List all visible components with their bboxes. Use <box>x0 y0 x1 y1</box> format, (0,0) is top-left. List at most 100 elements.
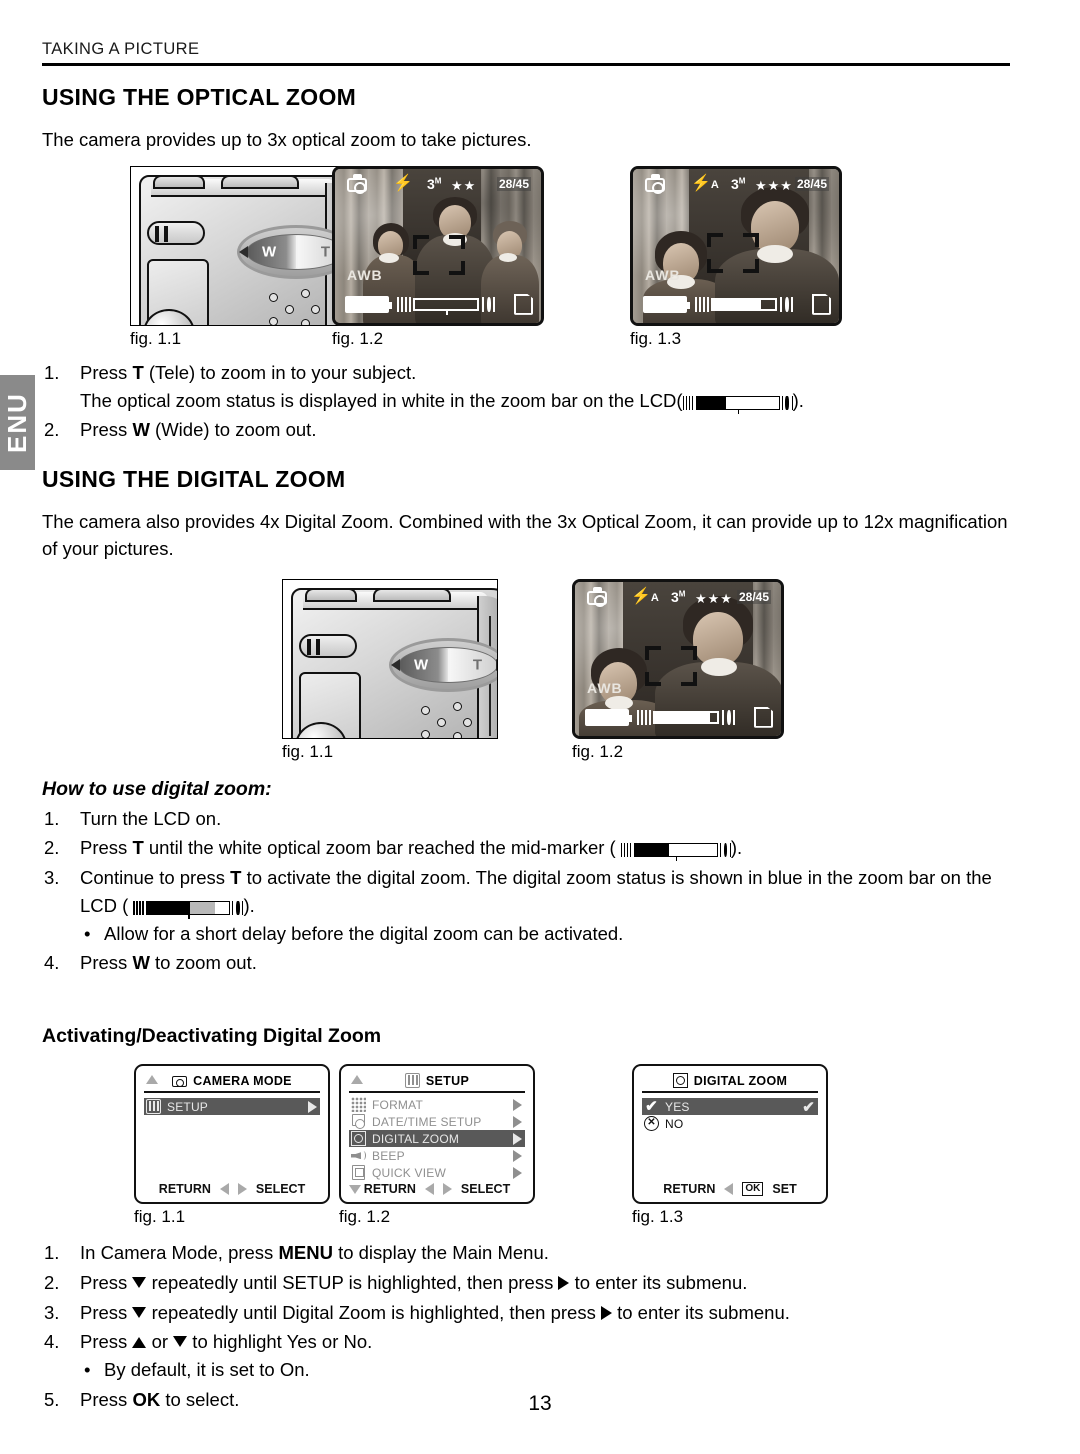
camera-knob-left <box>153 174 205 189</box>
ok-button-icon[interactable]: OK <box>742 1182 764 1197</box>
menu-item-beep[interactable]: BEEP <box>349 1147 525 1164</box>
step-text-mid: repeatedly until SETUP is highlighted, t… <box>146 1271 559 1293</box>
lcd-preview-tele: ⚡A 3M ★★★ 28/45 AWB <box>630 165 842 326</box>
resolution-unit: M <box>738 176 746 186</box>
menu-item-setup[interactable]: SETUP <box>144 1098 320 1116</box>
right-arrow-icon <box>442 1183 452 1196</box>
lcd-preview-digital-zoom: ⚡A 3M ★★★ 28/45 AWB <box>572 578 784 739</box>
zoom-tele-arrow-icon <box>496 658 497 671</box>
step-text-mid: repeatedly until Digital Zoom is highlig… <box>146 1301 601 1323</box>
menu-footer: RETURN SELECT <box>349 1182 525 1196</box>
lcd-preview-wide: ⚡ 3M ★★ 28/45 AWB <box>332 165 544 326</box>
chevron-right-icon <box>513 1098 522 1111</box>
camera-body: W T <box>291 587 497 738</box>
lcd-osd-overlay: ⚡A 3M ★★★ 28/45 AWB <box>575 582 781 736</box>
menu-title-bar: CAMERA MODE <box>144 1073 320 1094</box>
activating-heading: Activating/Deactivating Digital Zoom <box>42 1025 382 1048</box>
step-text-before: Continue to press <box>80 867 231 889</box>
down-arrow-icon <box>132 1276 147 1288</box>
zoom-bar-midmarker <box>446 309 448 315</box>
step-text-before: Press <box>80 837 133 859</box>
step-key: T <box>230 867 242 889</box>
camera-body: W T <box>139 174 345 325</box>
resolution-unit: M <box>678 589 686 599</box>
resolution-unit: M <box>434 176 442 186</box>
lcd-osd-overlay: ⚡A 3M ★★★ 28/45 AWB <box>633 169 839 323</box>
resolution-icon: 3M <box>671 590 685 604</box>
battery-icon <box>585 708 632 726</box>
white-balance-indicator: AWB <box>645 266 681 283</box>
wide-glyph-icon <box>637 709 651 725</box>
figure-activating-1-2: SETUP FORMAT DATE/TIME SETUP DIGITAL ZOO… <box>339 1064 632 1227</box>
digital-zoom-icon <box>672 1073 688 1089</box>
lcd-osd-overlay: ⚡ 3M ★★ 28/45 AWB <box>335 169 541 323</box>
step-item: 2. Press W (Wide) to zoom out. <box>42 416 1010 444</box>
zoom-bar-indicator <box>637 708 735 727</box>
menu-item-label: QUICK VIEW <box>372 1165 447 1180</box>
step-item: 1. In Camera Mode, press MENU to display… <box>42 1239 1010 1267</box>
wide-label: W <box>414 656 429 674</box>
footer-select-label[interactable]: SELECT <box>461 1182 510 1196</box>
step-text-after: to highlight Yes or No. <box>187 1331 373 1353</box>
zoom-rocker-button[interactable]: W T <box>237 224 345 279</box>
step-text-after: to enter its submenu. <box>611 1301 790 1323</box>
footer-return-label[interactable]: RETURN <box>364 1182 416 1196</box>
menu-item-no[interactable]: ✕ NO <box>642 1115 818 1132</box>
step-text-after: ). <box>243 894 255 916</box>
focus-bracket-icon <box>645 645 697 686</box>
memory-card-icon <box>514 293 533 315</box>
step-text-after: to display the Main Menu. <box>332 1242 549 1264</box>
shots-remaining-counter: 28/45 <box>736 589 771 604</box>
figure-caption: fig. 1.3 <box>632 1207 684 1227</box>
howto-digital-zoom-heading: How to use digital zoom: <box>42 777 272 800</box>
osd-bottom-row <box>633 293 839 316</box>
figure-caption: fig. 1.2 <box>572 741 624 761</box>
left-arrow-icon <box>724 1183 734 1196</box>
camera-mode-slider[interactable] <box>147 220 205 245</box>
menu-item-label: FORMAT <box>372 1097 423 1112</box>
menu-item-yes[interactable]: ✔ YES ✔ <box>642 1098 818 1116</box>
step-text: Turn the LCD on. <box>80 807 222 829</box>
digital-zoom-menu: DIGITAL ZOOM ✔ YES ✔ ✕ NO RETURN OK SET <box>632 1064 828 1205</box>
camera-knob-right <box>373 587 451 602</box>
menu-footer: RETURN SELECT <box>144 1182 320 1196</box>
zoom-rocker-divider <box>448 648 450 681</box>
zoom-bar-track <box>711 297 777 311</box>
flash-symbol: ⚡ <box>631 587 651 605</box>
chevron-right-icon <box>513 1115 522 1128</box>
osd-bottom-row <box>335 293 541 316</box>
figure-caption: fig. 1.1 <box>282 741 334 761</box>
figure-activating-1-3: DIGITAL ZOOM ✔ YES ✔ ✕ NO RETURN OK SET … <box>632 1064 862 1227</box>
menu-item-digital-zoom[interactable]: DIGITAL ZOOM <box>349 1130 525 1148</box>
menu-item-quick-view[interactable]: QUICK VIEW <box>349 1164 525 1181</box>
step-item: 4. Press or to highlight Yes or No. <box>42 1328 1010 1356</box>
menu-item-date-time-setup[interactable]: DATE/TIME SETUP <box>349 1113 525 1130</box>
osd-top-row: ⚡ 3M ★★ 28/45 <box>335 173 541 197</box>
scroll-up-caret-icon[interactable] <box>351 1075 363 1085</box>
digital-zoom-note-list: Allow for a short delay before the digit… <box>42 920 1010 948</box>
quality-stars-icon: ★★ <box>451 177 477 193</box>
menu-item-format[interactable]: FORMAT <box>349 1096 525 1113</box>
step-key: W <box>132 952 150 974</box>
right-arrow-icon <box>558 1275 570 1290</box>
digital-zoom-steps: 1. Turn the LCD on. 2. Press T until the… <box>42 805 1010 920</box>
footer-return-label[interactable]: RETURN <box>159 1182 211 1196</box>
zoom-bar-indicator <box>397 295 495 315</box>
step-note-before: The optical zoom status is displayed in … <box>80 389 683 411</box>
camera-mode-slider[interactable] <box>299 633 357 658</box>
section-heading-digital-zoom: USING THE DIGITAL ZOOM <box>42 466 346 493</box>
step-number: 1. <box>44 1242 60 1264</box>
wide-glyph-icon <box>397 296 411 312</box>
footer-return-label[interactable]: RETURN <box>663 1182 715 1196</box>
footer-set-label[interactable]: SET <box>772 1182 796 1196</box>
scroll-down-caret-icon[interactable] <box>349 1185 361 1195</box>
scroll-up-caret-icon[interactable] <box>146 1075 158 1085</box>
resolution-icon: 3M <box>731 177 745 191</box>
setup-icon <box>404 1073 420 1089</box>
footer-select-label[interactable]: SELECT <box>256 1182 305 1196</box>
format-icon <box>351 1097 366 1113</box>
zoom-rocker-button[interactable]: W T <box>389 637 497 692</box>
step-key: MENU <box>278 1242 333 1264</box>
flash-mode-letter: A <box>650 591 659 604</box>
step-item: 2. Press repeatedly until SETUP is highl… <box>42 1269 1010 1297</box>
